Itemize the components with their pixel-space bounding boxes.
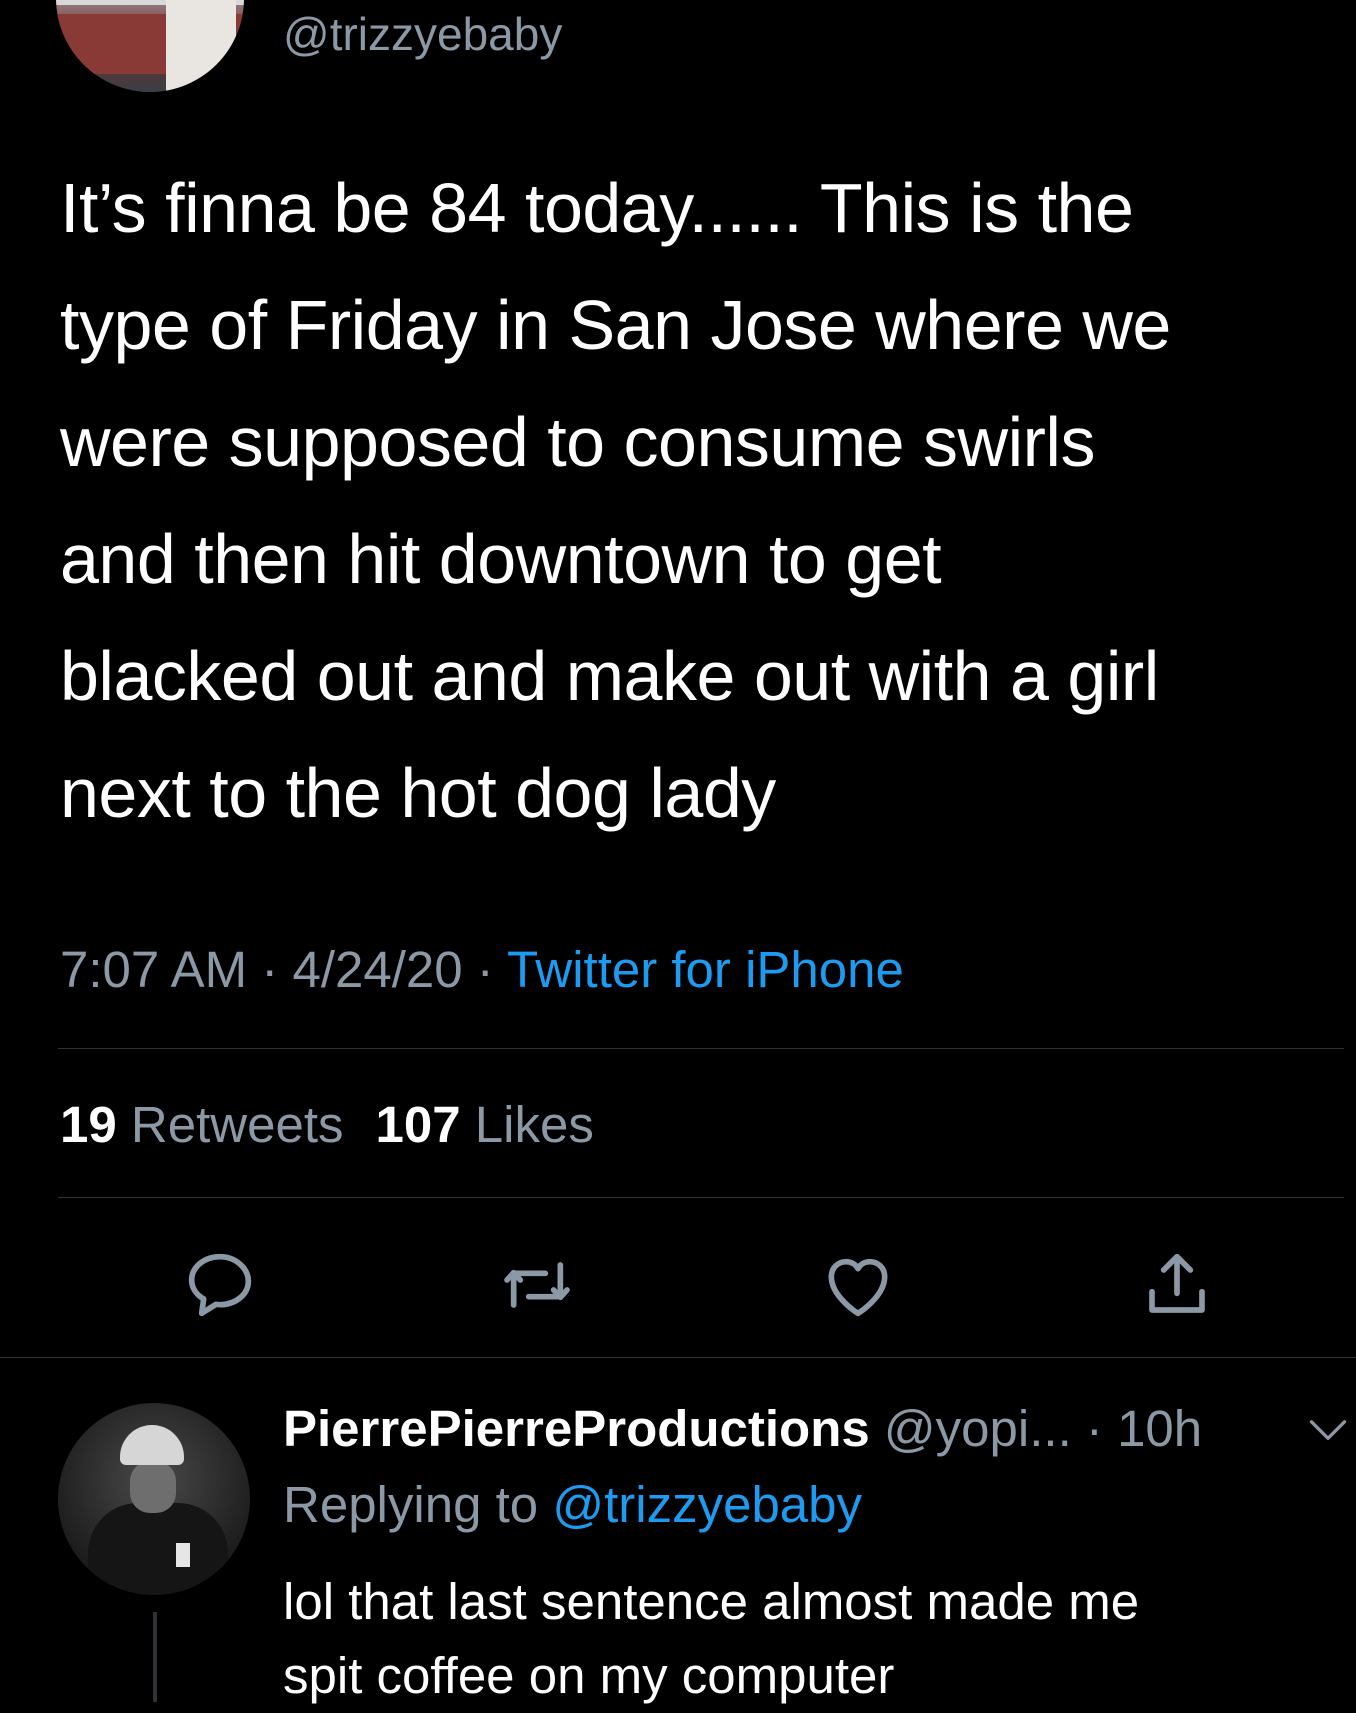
reply-header: PierrePierreProductions @yopi... · 10h [283, 1394, 1202, 1464]
like-button[interactable] [818, 1245, 898, 1325]
divider [58, 1197, 1344, 1198]
reply-icon [188, 1253, 252, 1317]
divider [0, 1357, 1356, 1358]
retweets-label: Retweets [130, 1096, 344, 1153]
avatar-photo-hat [120, 1425, 184, 1465]
share-icon [1149, 1253, 1205, 1313]
author-handle[interactable]: @trizzyebaby [283, 4, 562, 64]
retweet-button[interactable] [497, 1245, 577, 1325]
likes-stat[interactable]: 107 Likes [376, 1096, 594, 1153]
replying-to-mention[interactable]: @trizzyebaby [552, 1476, 862, 1533]
tweet-time: 7:07 AM [60, 941, 248, 998]
tweet-text: It’s finna be 84 today...... This is the… [60, 150, 1350, 852]
reply-author-name[interactable]: PierrePierreProductions [283, 1400, 870, 1457]
replying-to: Replying to @trizzyebaby [283, 1470, 862, 1540]
tweet-text-line: blacked out and make out with a girl [60, 637, 1159, 715]
reply-text-line: lol that last sentence almost made me [283, 1573, 1140, 1630]
reply-button[interactable] [180, 1245, 260, 1325]
avatar-photo-body [88, 1503, 228, 1595]
share-button[interactable] [1137, 1245, 1217, 1325]
meta-separator: · [462, 941, 508, 998]
retweet-icon [504, 1262, 570, 1308]
reply-text: lol that last sentence almost made me sp… [283, 1565, 1343, 1713]
tweet-date: 4/24/20 [292, 941, 463, 998]
meta-separator: · [247, 941, 293, 998]
avatar-photo-badge [176, 1543, 190, 1567]
likes-count: 107 [375, 1096, 461, 1153]
reply-time: · 10h [1071, 1400, 1203, 1457]
likes-label: Likes [474, 1096, 594, 1153]
more-options-button[interactable] [1306, 1414, 1350, 1448]
divider [58, 1048, 1344, 1049]
reply-author-avatar[interactable] [58, 1403, 250, 1595]
retweets-count: 19 [60, 1096, 117, 1153]
thread-line [153, 1612, 157, 1702]
tweet-text-line: were supposed to consume swirls [60, 403, 1095, 481]
avatar-photo-person [166, 0, 236, 92]
tweet-text-line: It’s finna be 84 today...... This is the [60, 169, 1134, 247]
tweet-text-line: next to the hot dog lady [60, 754, 776, 832]
retweets-stat[interactable]: 19 Retweets [60, 1096, 344, 1153]
tweet-meta: 7:07 AM · 4/24/20 · Twitter for iPhone [60, 935, 904, 1005]
tweet-text-line: and then hit downtown to get [60, 520, 942, 598]
replying-to-prefix: Replying to [283, 1476, 553, 1533]
avatar-photo-face [130, 1461, 176, 1513]
reply-text-line: spit coffee on my computer [283, 1647, 895, 1704]
author-avatar[interactable] [56, 0, 244, 92]
reply-author-handle[interactable]: @yopi... [870, 1400, 1072, 1457]
tweet-source-link[interactable]: Twitter for iPhone [507, 941, 904, 998]
tweet-stats: 19 Retweets 107 Likes [60, 1090, 594, 1160]
heart-icon [828, 1258, 888, 1317]
tweet-text-line: type of Friday in San Jose where we [60, 286, 1171, 364]
chevron-down-icon [1309, 1420, 1347, 1440]
